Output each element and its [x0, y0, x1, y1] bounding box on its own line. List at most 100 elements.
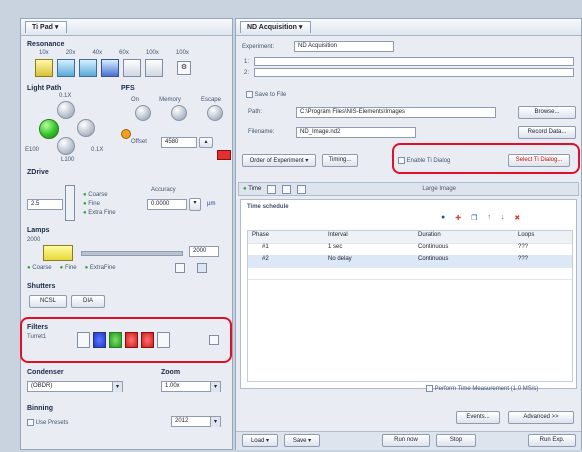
timing-button[interactable]: Timing...: [322, 154, 358, 167]
stop-label: Stop: [449, 437, 463, 443]
save-label: Save: [292, 438, 307, 444]
pfs-status-indicator: [121, 129, 131, 139]
zdrive-accuracy-dropdown[interactable]: ▾: [189, 198, 201, 211]
events-button[interactable]: Events...: [456, 411, 500, 424]
objective-button-5[interactable]: [123, 59, 141, 77]
tab-nd-acquisition[interactable]: ND Acquisition ▾: [240, 21, 312, 33]
order-of-experiment-button[interactable]: Order of Experiment ▾: [242, 154, 316, 167]
filename-field[interactable]: ND_Image.nd2: [296, 127, 416, 138]
save-button[interactable]: Save ▾: [284, 434, 320, 447]
move-down-icon[interactable]: ↓: [501, 214, 505, 222]
lamp-check-coarse-label: Coarse: [32, 265, 52, 271]
stop-button[interactable]: Stop: [436, 434, 476, 447]
pfs-on-button[interactable]: [135, 105, 151, 121]
objective-settings-icon[interactable]: ⚙: [177, 61, 191, 75]
lamp-intensity-field[interactable]: 2000: [189, 246, 219, 257]
copy-phase-icon[interactable]: ❐: [471, 214, 477, 222]
lamp-option-icon-1[interactable]: [175, 263, 185, 273]
light-path-right-value: 0.1X: [91, 147, 104, 153]
light-path-down-button[interactable]: [57, 137, 75, 155]
shutter-dia-button[interactable]: DIA: [71, 295, 105, 308]
large-image-tab[interactable]: Large Image: [422, 186, 456, 192]
save-to-file-check[interactable]: Save to File: [246, 91, 286, 98]
load-label: Load: [250, 438, 265, 444]
zdrive-option-fine[interactable]: ● Fine: [83, 200, 116, 209]
zdrive-position-field[interactable]: 2.5: [27, 199, 63, 210]
pfs-offset-stepper[interactable]: ▴: [199, 137, 213, 148]
insert-phase-icon[interactable]: ✚: [455, 214, 461, 222]
condenser-heading: Condenser: [27, 369, 64, 376]
pfs-label-escape: Escape: [200, 97, 221, 103]
zdrive-options: ● Coarse ● Fine ● Extra Fine: [83, 191, 116, 218]
delete-phase-icon[interactable]: ✖: [514, 214, 520, 222]
description-field-1[interactable]: [254, 57, 574, 66]
ti-dialog-highlight: [392, 143, 580, 174]
run-now-button[interactable]: Run now: [382, 434, 430, 447]
time-tab-label: Time: [248, 186, 262, 192]
xy-tab[interactable]: [267, 184, 277, 194]
zdrive-slider[interactable]: [65, 185, 75, 221]
pfs-memory-button[interactable]: [171, 105, 187, 121]
lamp-checks: ● Coarse ● Fine ● ExtraFine: [27, 265, 116, 271]
description-field-2[interactable]: [254, 68, 574, 77]
time-tab[interactable]: ● Time: [243, 186, 261, 192]
z-tab[interactable]: [282, 184, 292, 194]
load-button[interactable]: Load ▾: [242, 434, 278, 447]
table-row[interactable]: [248, 267, 572, 280]
header-interval: Interval: [328, 232, 348, 238]
tab-ti-pad[interactable]: Ti Pad ▾: [25, 21, 68, 33]
objective-button-6[interactable]: [145, 59, 163, 77]
lamp-option-icon-2[interactable]: [197, 263, 207, 273]
move-up-icon[interactable]: ↑: [487, 214, 491, 222]
lamp-intensity-slider[interactable]: [81, 251, 183, 256]
path-label: Path:: [248, 109, 263, 115]
zdrive-option-coarse[interactable]: ● Coarse: [83, 191, 116, 200]
lambda-tab[interactable]: [297, 184, 307, 194]
zdrive-heading: ZDrive: [27, 169, 49, 176]
zdrive-unit-link[interactable]: µm: [207, 201, 215, 207]
light-path-right-button[interactable]: [77, 119, 95, 137]
advanced-button[interactable]: Advanced >>: [508, 411, 574, 424]
binning-select[interactable]: 2012 ▾: [171, 416, 221, 427]
resonance-labels: 10x 20x 40x 60x 100x 100x: [39, 50, 189, 56]
objective-button-4[interactable]: [101, 59, 119, 77]
light-path-left-button[interactable]: [39, 119, 59, 139]
zdrive-status-label: Accuracy: [151, 187, 176, 193]
nd-acquisition-header: ND Acquisition ▾: [236, 19, 581, 36]
lamp-check-extrafine[interactable]: ● ExtraFine: [85, 265, 116, 271]
record-data-button[interactable]: Record Data...: [518, 126, 576, 139]
browse-button[interactable]: Browse...: [518, 106, 576, 119]
experiment-field[interactable]: ND Acquisition: [294, 41, 394, 52]
lamp-check-fine[interactable]: ● Fine: [60, 265, 77, 271]
zdrive-option-extra-fine[interactable]: ● Extra Fine: [83, 209, 116, 218]
save-to-file-label: Save to File: [254, 92, 287, 99]
light-path-up-button[interactable]: [57, 101, 75, 119]
pfs-escape-button[interactable]: [207, 105, 223, 121]
header-duration: Duration: [418, 232, 441, 238]
objective-button-2[interactable]: [57, 59, 75, 77]
time-measurement-label: Perform Time Measurement (1.0 MS/s): [434, 386, 539, 393]
shutter-ncsl-button[interactable]: NCSL: [29, 295, 67, 308]
resonance-label-4: 60x: [119, 50, 129, 56]
add-phase-icon[interactable]: ●: [441, 214, 445, 222]
lamp-check-coarse[interactable]: ● Coarse: [27, 265, 52, 271]
path-field[interactable]: C:\Program Files\NIS-Elements\Images: [296, 107, 496, 118]
schedule-toolbar: ● ✚ ❐ ↑ ↓ ✖: [441, 214, 520, 222]
light-path-top-value: 0.1X: [59, 93, 72, 99]
objective-button-3[interactable]: [79, 59, 97, 77]
schedule-table: Phase Interval Duration Loops #1 1 sec C…: [247, 230, 573, 382]
zdrive-accuracy-field[interactable]: 0.0000: [147, 199, 187, 210]
pfs-offset-field[interactable]: 4580: [161, 137, 197, 148]
condenser-select[interactable]: (OBDR) ▾: [27, 381, 123, 392]
time-measurement-checkbox-icon: [426, 385, 433, 392]
pfs-offset-label: Offset: [131, 139, 147, 145]
run-now-label: Run now: [394, 437, 418, 443]
binning-use-presets-check[interactable]: Use Presets: [27, 419, 68, 426]
row1-duration: Continuous: [418, 244, 449, 250]
time-measurement-check[interactable]: Perform Time Measurement (1.0 MS/s): [426, 385, 538, 392]
pfs-label-memory: Memory: [159, 97, 181, 103]
pfs-alert-indicator: [217, 150, 231, 160]
run-exp-button[interactable]: Run Exp.: [528, 434, 576, 447]
zoom-select[interactable]: 1.00x ▾: [161, 381, 221, 392]
objective-button-1[interactable]: [35, 59, 53, 77]
